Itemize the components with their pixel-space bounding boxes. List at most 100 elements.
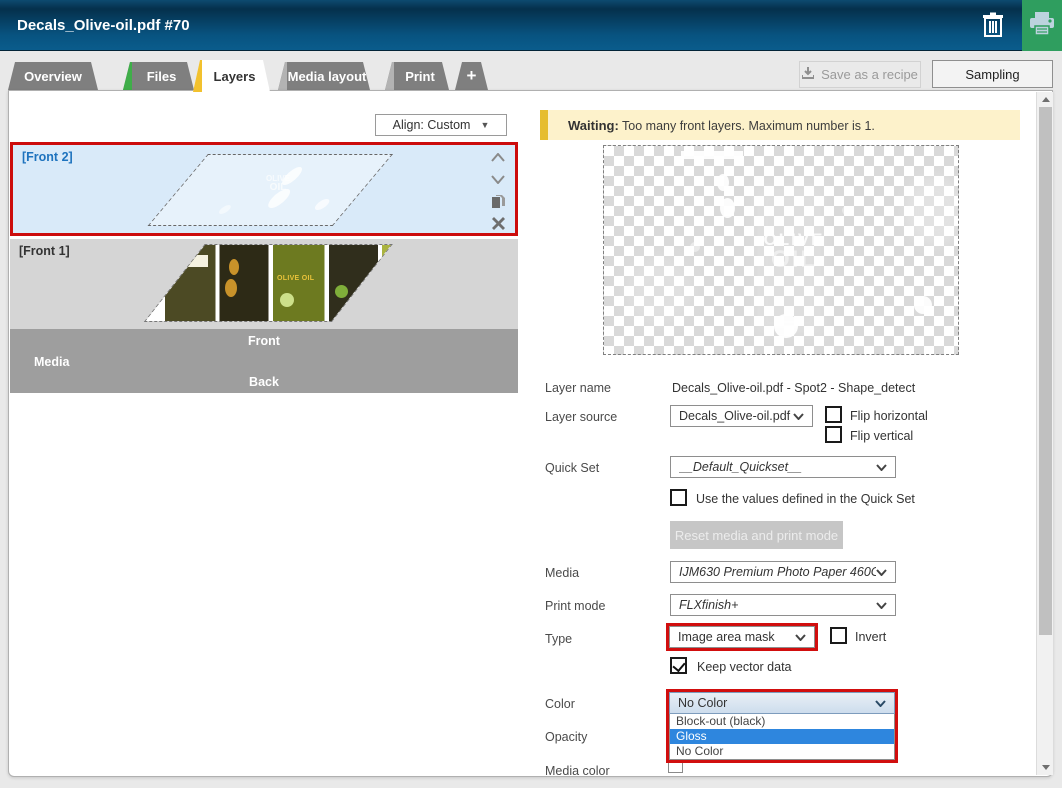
tab-label: Files — [141, 69, 177, 84]
scroll-up-icon — [1042, 97, 1050, 102]
align-dropdown[interactable]: Align: Custom ▼ — [375, 114, 507, 136]
right-panel-scrollbar[interactable] — [1036, 92, 1053, 775]
quick-set-value: __Default_Quickset__ — [679, 460, 876, 474]
type-highlight-frame: Image area mask — [666, 623, 818, 651]
flip-horizontal-checkbox[interactable] — [825, 406, 842, 423]
tab-label: Overview — [24, 69, 82, 84]
tab-layers[interactable]: Layers — [193, 60, 270, 92]
quick-set-dropdown[interactable]: __Default_Quickset__ — [670, 456, 896, 478]
type-label: Type — [545, 632, 572, 646]
plus-icon: + — [467, 66, 477, 86]
scroll-down-button[interactable] — [1037, 760, 1054, 775]
tab-overview[interactable]: Overview — [8, 62, 98, 90]
layer-source-label: Layer source — [545, 410, 617, 424]
tab-status-stripe — [385, 62, 394, 90]
move-layer-up-button[interactable] — [489, 149, 507, 165]
warning-message: Too many front layers. Maximum number is… — [622, 119, 875, 133]
align-value: Align: Custom — [393, 118, 471, 132]
front2-ghost-text-line2: OIL — [266, 183, 290, 193]
save-as-recipe-button[interactable]: Save as a recipe — [799, 61, 921, 88]
scrollbar-thumb[interactable] — [1039, 107, 1052, 635]
scroll-down-icon — [1042, 765, 1050, 770]
tab-add[interactable]: + — [455, 62, 488, 90]
preview-text-line2: OIL — [754, 248, 834, 272]
color-option-nocolor[interactable]: No Color — [670, 744, 894, 759]
title-bar: Decals_Olive-oil.pdf #70 — [0, 0, 1062, 51]
print-button[interactable] — [1022, 0, 1062, 51]
color-highlight-frame: No Color Block-out (black) Gloss No Colo… — [666, 689, 898, 763]
media-band: Front Media Back — [10, 329, 518, 393]
chevron-down-icon — [793, 409, 804, 423]
invert-label: Invert — [855, 630, 886, 644]
save-recipe-icon — [802, 67, 814, 82]
keep-vector-data-label: Keep vector data — [697, 660, 792, 674]
flip-vertical-label: Flip vertical — [850, 429, 913, 443]
tab-label: Layers — [208, 69, 256, 84]
layer-name-label: Layer name — [545, 381, 611, 395]
quick-set-label: Quick Set — [545, 461, 599, 475]
trash-icon — [981, 12, 1005, 41]
color-option-blockout[interactable]: Block-out (black) — [670, 714, 894, 729]
spot-layer-preview: OLIVE OIL — [603, 145, 959, 355]
tab-label: Print — [399, 69, 435, 84]
tab-media-layout[interactable]: Media layout — [278, 62, 370, 90]
thumbnail-text: OLIVE OIL — [277, 275, 314, 282]
chevron-down-icon — [875, 696, 886, 710]
print-mode-label: Print mode — [545, 599, 605, 613]
job-title: Decals_Olive-oil.pdf #70 — [17, 0, 190, 51]
color-label: Color — [545, 697, 575, 711]
warning-prefix: Waiting: — [568, 118, 619, 133]
warning-stripe — [540, 110, 548, 140]
sampling-button[interactable]: Sampling — [932, 60, 1053, 88]
color-dropdown[interactable]: No Color — [669, 692, 895, 714]
chevron-down-icon: ▼ — [480, 120, 489, 130]
media-color-label: Media color — [545, 764, 610, 778]
tab-files[interactable]: Files — [123, 62, 194, 90]
opacity-label: Opacity — [545, 730, 587, 744]
color-option-gloss[interactable]: Gloss — [670, 729, 894, 744]
move-layer-down-button[interactable] — [489, 171, 507, 187]
layer-row-front1[interactable]: [Front 1] OLIVE OIL OLIVE OIL — [10, 239, 518, 329]
band-media-label: Media — [34, 355, 69, 369]
print-mode-dropdown[interactable]: FLXfinish+ — [670, 594, 896, 616]
reset-media-print-mode-button[interactable]: Reset media and print mode — [670, 521, 843, 549]
duplicate-layer-button[interactable] — [489, 193, 507, 209]
type-value: Image area mask — [678, 630, 795, 644]
layer-source-value: Decals_Olive-oil.pdf - Spo — [679, 409, 793, 423]
band-front-label: Front — [10, 334, 518, 348]
layer-source-dropdown[interactable]: Decals_Olive-oil.pdf - Spo — [670, 405, 813, 427]
media-dropdown[interactable]: IJM630 Premium Photo Paper 460CMYKSS-EL — [670, 561, 896, 583]
reset-button-label: Reset media and print mode — [675, 528, 838, 543]
tab-print[interactable]: Print — [385, 62, 449, 90]
color-value: No Color — [678, 696, 875, 710]
band-back-label: Back — [10, 375, 518, 389]
delete-job-button[interactable] — [975, 8, 1011, 44]
save-recipe-label: Save as a recipe — [821, 67, 918, 82]
invert-checkbox[interactable] — [830, 627, 847, 644]
color-dropdown-list: Block-out (black) Gloss No Color — [669, 714, 895, 760]
flip-vertical-checkbox[interactable] — [825, 426, 842, 443]
use-quickset-values-label: Use the values defined in the Quick Set — [696, 492, 915, 506]
chevron-down-icon — [876, 565, 887, 579]
sampling-label: Sampling — [965, 67, 1019, 82]
printer-icon — [1029, 12, 1055, 39]
delete-layer-button[interactable] — [489, 215, 507, 231]
use-quickset-values-checkbox[interactable] — [670, 489, 687, 506]
chevron-down-icon — [876, 598, 887, 612]
scroll-up-button[interactable] — [1037, 92, 1054, 107]
layer-row-label: [Front 1] — [19, 244, 70, 258]
tab-label: Media layout — [282, 69, 367, 84]
media-value: IJM630 Premium Photo Paper 460CMYKSS-EL — [679, 565, 876, 579]
layer-row-front2[interactable]: [Front 2] OLIVE OIL — [10, 142, 518, 236]
chevron-down-icon — [876, 460, 887, 474]
print-mode-value: FLXfinish+ — [679, 598, 876, 612]
front1-layer-thumbnail: OLIVE OIL OLIVE OIL — [146, 245, 391, 321]
type-dropdown[interactable]: Image area mask — [669, 626, 815, 648]
flip-horizontal-label: Flip horizontal — [850, 409, 928, 423]
thumbnail-text: OLIVE OIL — [383, 271, 391, 278]
warning-banner: Waiting: Too many front layers. Maximum … — [540, 110, 1020, 140]
tab-status-stripe — [193, 60, 202, 92]
keep-vector-data-checkbox[interactable] — [670, 657, 687, 674]
chevron-down-icon — [795, 630, 806, 644]
media-label: Media — [545, 566, 579, 580]
